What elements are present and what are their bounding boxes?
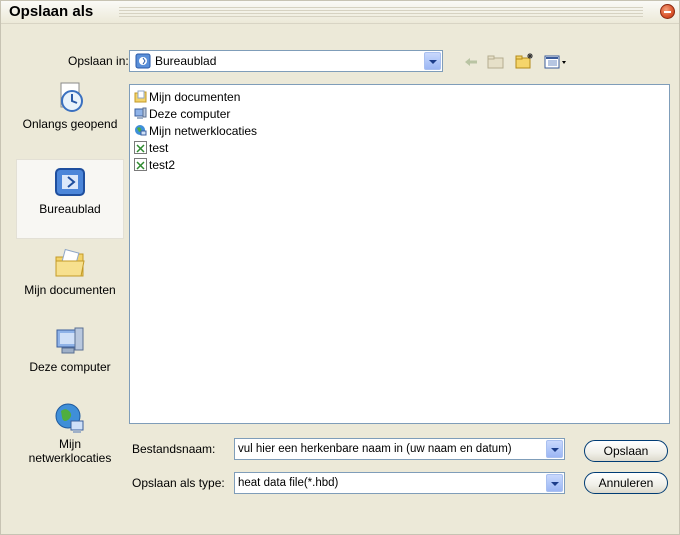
list-item[interactable]: Deze computer [134,106,230,122]
place-label-network: Mijn netwerklocaties [28,437,112,465]
place-label-my-computer: Deze computer [29,360,111,374]
file-name: test [149,141,169,155]
back-arrow-icon[interactable] [463,55,479,69]
list-item[interactable]: Mijn netwerklocaties [134,123,257,139]
title-bar-stripes [119,7,643,17]
filetype-dropdown-button[interactable] [546,474,563,492]
places-bar: Onlangs geopend Bureaublad Mijn document… [16,81,124,486]
list-item[interactable]: test [134,140,168,156]
place-my-documents[interactable]: Mijn documenten [16,247,124,319]
save-button[interactable]: Opslaan [584,440,668,462]
hbd-file-icon [134,141,147,154]
list-item[interactable]: Mijn documenten [134,89,240,105]
place-label-my-documents: Mijn documenten [24,283,116,297]
filetype-label: Opslaan als type: [132,476,225,490]
filename-label: Bestandsnaam: [132,442,216,456]
save-in-dropdown[interactable]: Bureaublad [129,50,443,72]
view-menu-icon[interactable] [544,55,568,69]
file-list[interactable]: Mijn documenten Deze computer Mijn netwe… [129,84,670,424]
place-desktop[interactable]: Bureaublad [16,159,124,239]
desktop-icon [53,166,87,200]
file-name: Mijn documenten [149,90,241,104]
filetype-select[interactable]: heat data file(*.hbd) [234,472,565,494]
my-computer-icon [53,324,87,358]
cancel-button[interactable]: Annuleren [584,472,668,494]
window-title: Opslaan als [9,3,94,20]
save-in-label: Opslaan in: [68,54,129,68]
place-label-desktop: Bureaublad [39,202,101,216]
my-documents-icon [53,247,87,281]
place-label-recent: Onlangs geopend [22,117,118,131]
up-folder-icon[interactable] [487,55,505,69]
file-name: test2 [149,158,176,172]
close-icon[interactable] [660,4,675,19]
recent-icon [53,81,87,115]
desktop-icon [135,53,151,69]
my-computer-icon [134,107,147,120]
place-network[interactable]: Mijn netwerklocaties [16,401,124,485]
save-as-dialog: Opslaan als Opslaan in: Bureaublad Onlan… [0,0,680,535]
place-my-computer[interactable]: Deze computer [16,324,124,396]
save-in-value: Bureaublad [155,54,217,68]
network-icon [134,124,147,137]
new-folder-icon[interactable] [515,52,535,69]
my-documents-icon [134,90,147,103]
file-name: Mijn netwerklocaties [149,124,258,138]
file-name: Deze computer [149,107,231,121]
list-item[interactable]: test2 [134,157,175,173]
place-recent[interactable]: Onlangs geopend [16,81,124,153]
save-in-dropdown-button[interactable] [424,52,441,70]
filename-value: vul hier een herkenbare naam in (uw naam… [238,443,512,455]
filetype-value: heat data file(*.hbd) [238,477,339,489]
filename-input[interactable]: vul hier een herkenbare naam in (uw naam… [234,438,565,460]
network-icon [53,401,87,435]
filename-dropdown-button[interactable] [546,440,563,458]
title-bar[interactable]: Opslaan als [1,1,679,24]
hbd-file-icon [134,158,147,171]
